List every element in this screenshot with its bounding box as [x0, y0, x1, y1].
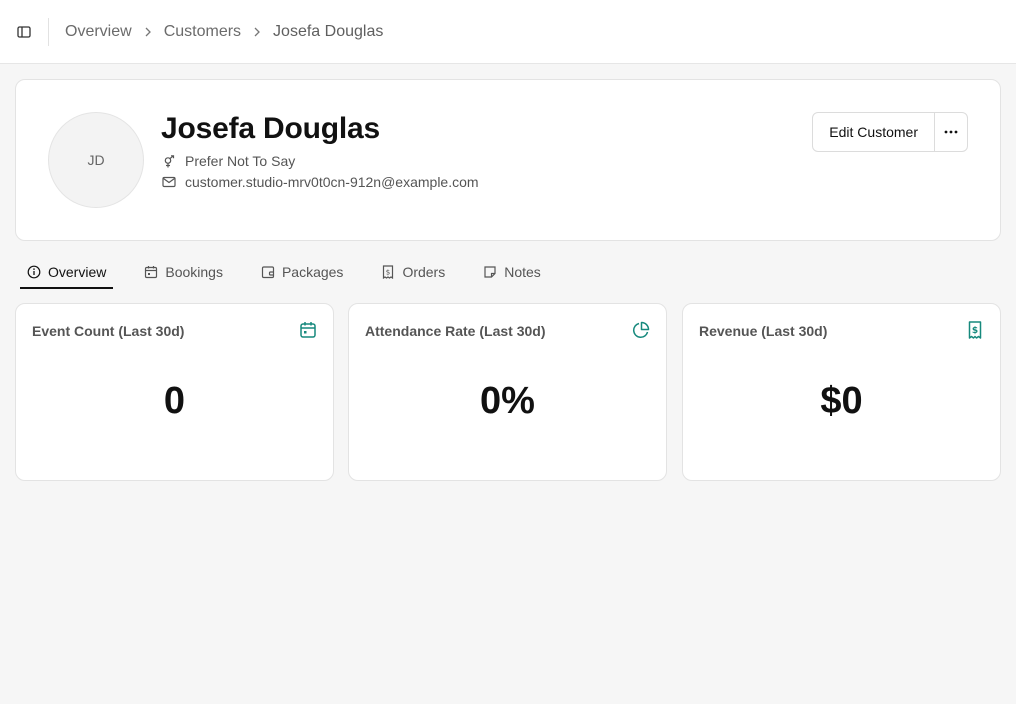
mail-icon [161, 174, 177, 190]
toolbar-divider [48, 17, 49, 46]
calendar-icon [144, 265, 158, 279]
stat-value: $0 [820, 380, 863, 422]
tab-label: Orders [402, 264, 446, 280]
top-bar: Overview Customers Josefa Douglas [0, 0, 1016, 64]
package-icon [261, 265, 275, 279]
stat-card-revenue: Revenue (Last 30d) $ $0 [682, 303, 1001, 481]
svg-text:$: $ [972, 326, 978, 336]
breadcrumb-overview[interactable]: Overview [65, 23, 132, 41]
receipt-icon: $ [968, 321, 982, 339]
stat-card-attendance-rate: Attendance Rate (Last 30d) 0% [348, 303, 667, 481]
email-text: customer.studio-mrv0t0cn-912n@example.co… [185, 174, 479, 190]
stat-title: Event Count (Last 30d) [32, 323, 185, 339]
tab-label: Overview [48, 263, 107, 280]
tab-label: Packages [281, 264, 344, 280]
tab-overview[interactable]: Overview [20, 256, 114, 289]
pie-chart-icon [633, 321, 650, 338]
info-icon [27, 265, 41, 279]
stat-value: 0 [163, 380, 186, 422]
tab-label: Notes [504, 264, 541, 280]
ellipsis-icon [944, 130, 958, 134]
edit-customer-button[interactable]: Edit Customer [813, 113, 935, 151]
customer-name: Josefa Douglas [161, 112, 380, 145]
stat-value: 0% [480, 380, 535, 422]
stat-title: Attendance Rate (Last 30d) [365, 323, 546, 339]
tab-label: Bookings [165, 264, 223, 280]
sidebar-icon [17, 25, 31, 38]
gender-row: Prefer Not To Say [161, 153, 295, 169]
customer-profile-card: JD Josefa Douglas Prefer Not To Say cust… [15, 79, 1001, 241]
tab-packages[interactable]: Packages [254, 256, 350, 288]
email-row: customer.studio-mrv0t0cn-912n@example.co… [161, 174, 479, 190]
more-actions-button[interactable] [935, 113, 967, 151]
receipt-icon: $ [381, 265, 395, 279]
breadcrumb-current: Josefa Douglas [273, 22, 384, 40]
chevron-right-icon [144, 27, 152, 37]
gender-text: Prefer Not To Say [185, 153, 296, 169]
breadcrumb-customers[interactable]: Customers [164, 23, 241, 41]
tab-bookings[interactable]: Bookings [137, 256, 230, 288]
tab-orders[interactable]: $ Orders [374, 256, 452, 288]
chevron-right-icon [253, 27, 261, 37]
customer-tabs: Overview Bookings Packages $ Orders Note… [20, 256, 572, 290]
sidebar-toggle-button[interactable] [0, 0, 48, 64]
gender-icon [161, 153, 177, 169]
calendar-icon [300, 322, 316, 338]
tab-notes[interactable]: Notes [476, 256, 548, 288]
svg-text:$: $ [386, 269, 390, 277]
stat-title: Revenue (Last 30d) [699, 323, 828, 339]
avatar: JD [48, 112, 144, 208]
note-icon [483, 265, 497, 279]
customer-actions: Edit Customer [812, 112, 968, 152]
stat-card-event-count: Event Count (Last 30d) 0 [15, 303, 334, 481]
breadcrumb: Overview Customers Josefa Douglas [65, 23, 383, 41]
